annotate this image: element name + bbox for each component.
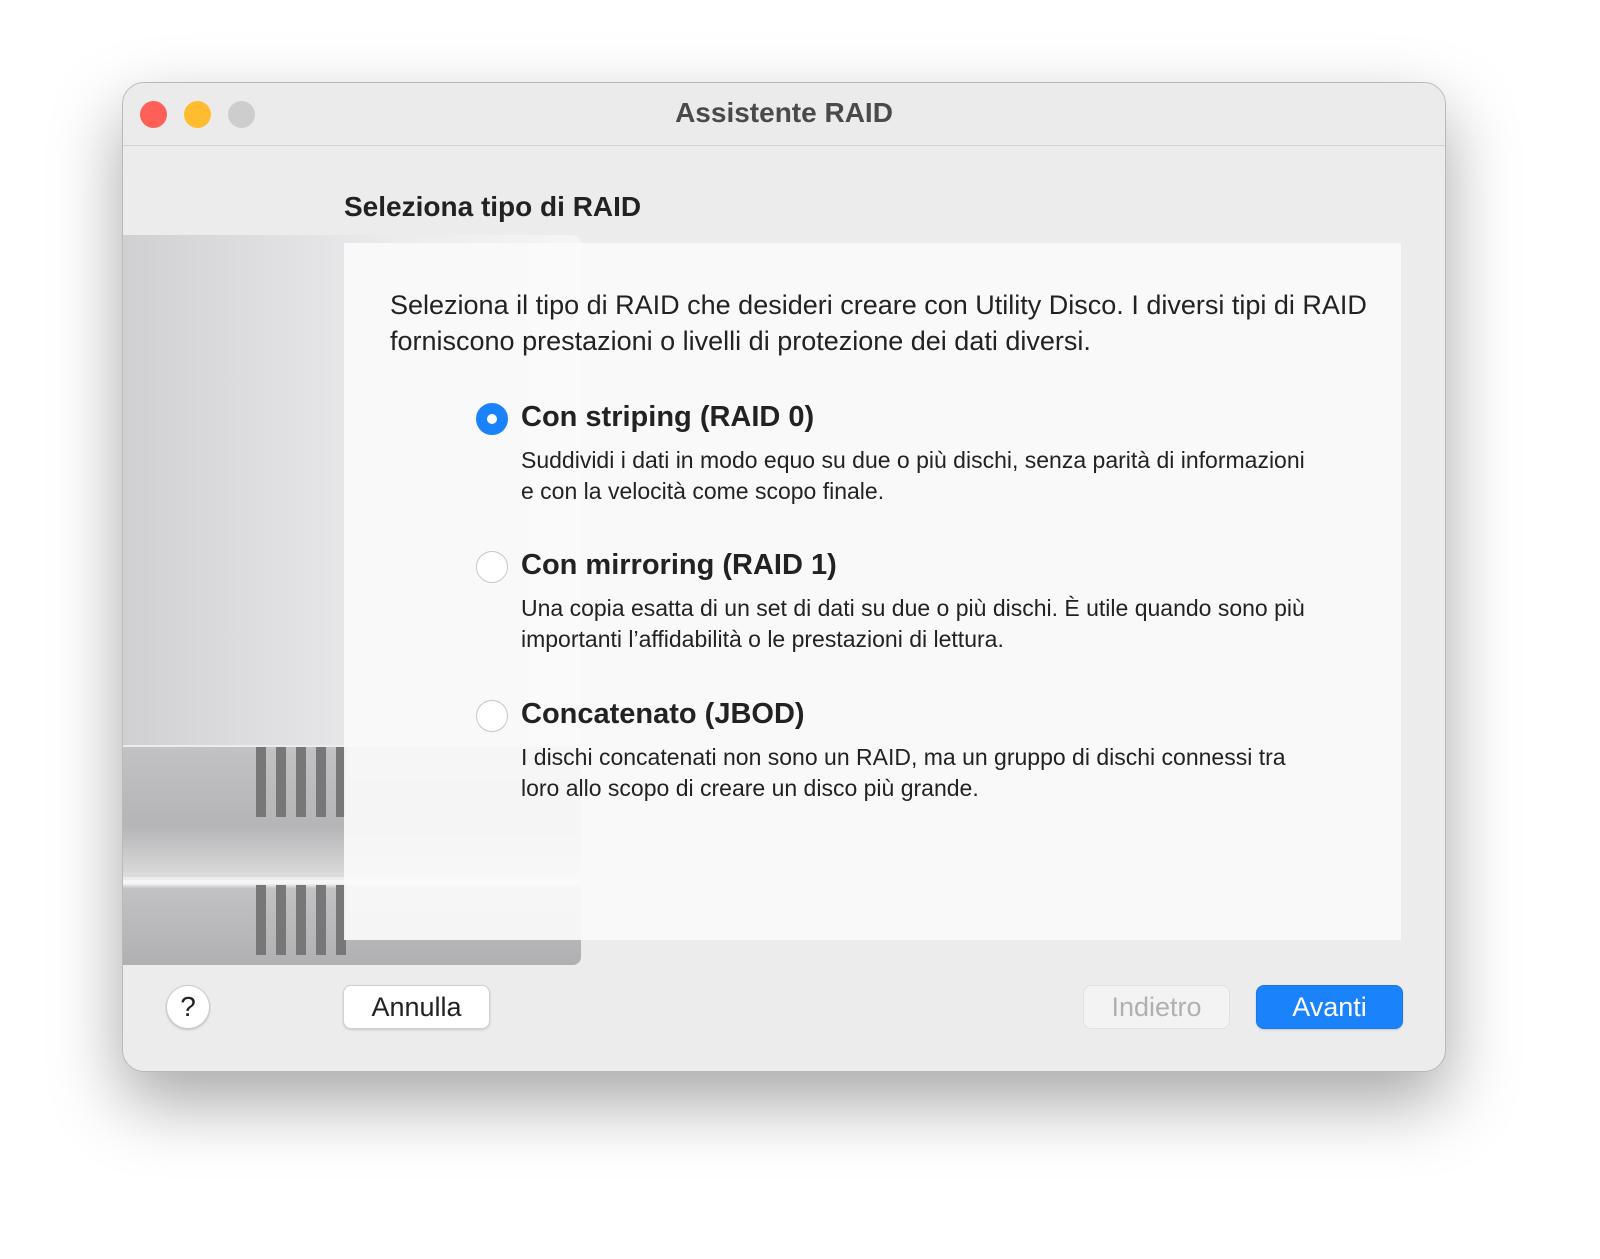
back-button[interactable]: Indietro bbox=[1083, 985, 1230, 1029]
page-heading: Seleziona tipo di RAID bbox=[344, 191, 642, 222]
option-description: Una copia esatta di un set di dati su du… bbox=[521, 595, 1305, 652]
radio-jbod[interactable] bbox=[476, 700, 508, 732]
radio-raid0[interactable] bbox=[476, 403, 508, 435]
intro-text: Seleziona il tipo di RAID che desideri c… bbox=[390, 290, 1367, 356]
option-description: I dischi concatenati non sono un RAID, m… bbox=[521, 744, 1286, 801]
radio-raid1[interactable] bbox=[476, 551, 508, 583]
content-panel: Seleziona il tipo di RAID che desideri c… bbox=[344, 243, 1401, 940]
option-title[interactable]: Con mirroring (RAID 1) bbox=[521, 549, 837, 582]
cancel-button[interactable]: Annulla bbox=[343, 985, 490, 1029]
option-title[interactable]: Con striping (RAID 0) bbox=[521, 401, 814, 434]
window-title: Assistente RAID bbox=[675, 97, 893, 128]
next-button[interactable]: Avanti bbox=[1256, 985, 1403, 1029]
help-button[interactable]: ? bbox=[166, 985, 210, 1029]
raid-assistant-window: Assistente RAID Seleziona tipo di RAID S… bbox=[122, 82, 1446, 1072]
option-title[interactable]: Concatenato (JBOD) bbox=[521, 698, 805, 731]
option-description: Suddividi i dati in modo equo su due o p… bbox=[521, 447, 1305, 504]
title-bar: Assistente RAID bbox=[123, 83, 1445, 146]
